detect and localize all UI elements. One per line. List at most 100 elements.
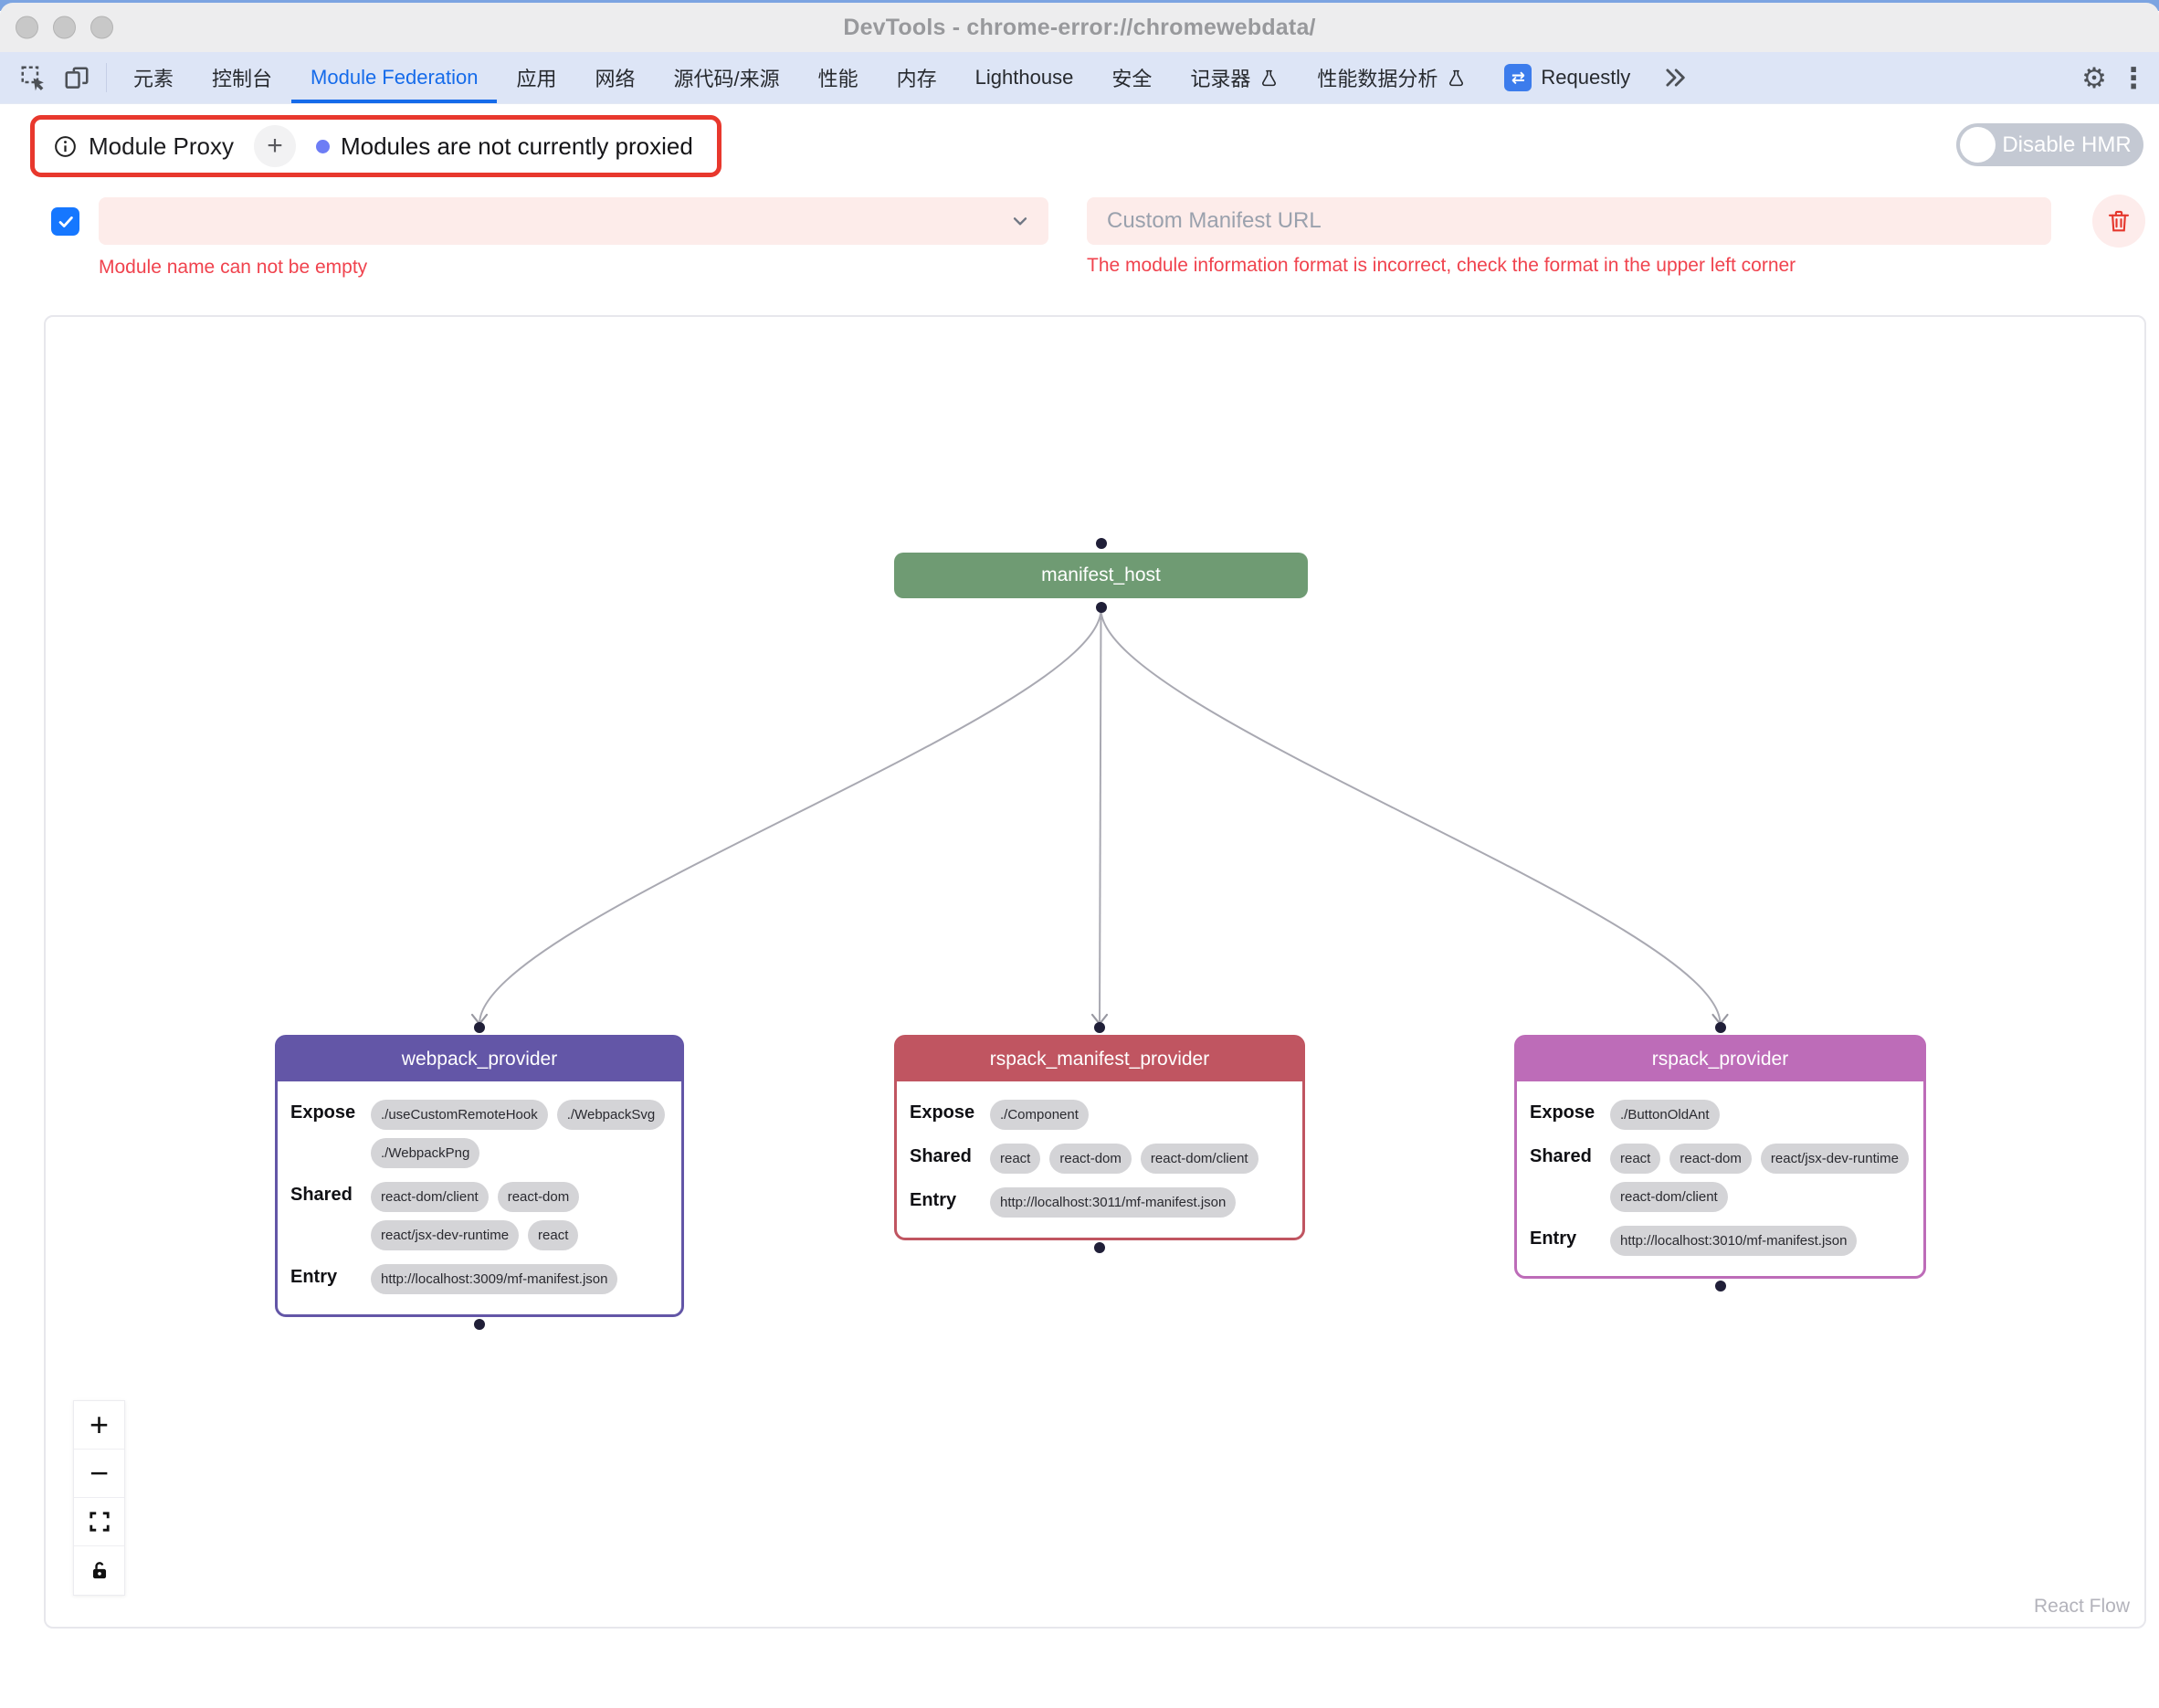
module-tag: react/jsx-dev-runtime — [1761, 1144, 1909, 1174]
node-handle-top[interactable] — [1094, 1022, 1105, 1033]
tab-application[interactable]: 应用 — [497, 52, 575, 103]
tab-label: 性能数据分析 — [1317, 63, 1438, 92]
more-tabs-button[interactable] — [1649, 52, 1701, 103]
tab-elements[interactable]: 元素 — [114, 52, 193, 103]
section-label-entry: Entry — [290, 1264, 371, 1294]
section-tags: http://localhost:3010/mf-manifest.json — [1610, 1226, 1911, 1256]
node-body: Expose./ButtonOldAntSharedreactreact-dom… — [1517, 1081, 1923, 1276]
section-tags: reactreact-domreact-dom/client — [990, 1144, 1290, 1174]
fit-view-button[interactable] — [74, 1498, 124, 1546]
module-tag: react-dom — [1049, 1144, 1132, 1174]
module-tag: react-dom — [498, 1182, 580, 1212]
tab-console[interactable]: 控制台 — [193, 52, 291, 103]
tab-requestly[interactable]: ⇄Requestly — [1485, 52, 1649, 103]
module-enabled-checkbox[interactable] — [51, 207, 79, 236]
node-handle-bottom[interactable] — [474, 1319, 485, 1330]
inspect-cursor-icon — [19, 64, 47, 91]
node-section-expose: Expose./ButtonOldAnt — [1530, 1100, 1911, 1130]
flow-edge-rspack_manifest_provider[interactable] — [1100, 609, 1101, 1024]
more-options-icon[interactable]: ⋮ — [2115, 52, 2152, 104]
flow-node-manifest-host[interactable]: manifest_host — [894, 553, 1308, 598]
tab-module-federation[interactable]: Module Federation — [291, 52, 497, 103]
tab-lighthouse[interactable]: Lighthouse — [956, 52, 1093, 103]
section-tags: http://localhost:3011/mf-manifest.json — [990, 1187, 1290, 1218]
section-label-expose: Expose — [1530, 1100, 1610, 1130]
section-label-shared: Shared — [290, 1182, 371, 1250]
node-section-expose: Expose./useCustomRemoteHook./WebpackSvg.… — [290, 1100, 669, 1168]
flow-node-webpack_provider[interactable]: webpack_provider Expose./useCustomRemote… — [275, 1035, 684, 1317]
edges-svg — [46, 317, 2144, 1627]
requestly-icon: ⇄ — [1504, 64, 1532, 91]
window-titlebar: DevTools - chrome-error://chromewebdata/ — [0, 3, 2159, 53]
tab-performance[interactable]: 性能 — [799, 52, 878, 103]
zoom-in-button[interactable]: + — [74, 1401, 124, 1450]
tab-label: Lighthouse — [975, 66, 1074, 90]
module-tag: http://localhost:3011/mf-manifest.json — [990, 1187, 1236, 1218]
module-name-error: Module name can not be empty — [99, 257, 367, 279]
tab-label: 元素 — [133, 63, 174, 92]
module-name-select[interactable] — [99, 197, 1048, 245]
node-section-entry: Entryhttp://localhost:3009/mf-manifest.j… — [290, 1264, 669, 1294]
node-section-entry: Entryhttp://localhost:3011/mf-manifest.j… — [910, 1187, 1290, 1218]
devtools-tabbar: 元素控制台Module Federation 应用 网络源代码/来源性能内存 Ligh… — [0, 52, 2159, 104]
info-icon[interactable] — [53, 134, 78, 159]
section-label-entry: Entry — [1530, 1226, 1610, 1256]
flow-edge-webpack_provider[interactable] — [479, 609, 1101, 1024]
module-tag: react-dom/client — [1610, 1182, 1728, 1212]
module-tag: react — [990, 1144, 1040, 1174]
zoom-out-button[interactable]: − — [74, 1450, 124, 1498]
react-flow-attribution[interactable]: React Flow — [2034, 1596, 2130, 1618]
proxy-status-text: Modules are not currently proxied — [341, 132, 693, 161]
device-toolbar-button[interactable] — [55, 52, 99, 103]
chevron-double-right-icon — [1662, 65, 1688, 90]
node-handle-top[interactable] — [1715, 1022, 1726, 1033]
tab-recorder[interactable]: 记录器 — [1171, 52, 1298, 103]
trash-icon — [2105, 207, 2133, 235]
device-toolbar-icon — [63, 64, 90, 91]
module-proxy-panel: Module Proxy + Modules are not currently… — [30, 115, 721, 177]
lock-interactivity-button[interactable] — [74, 1546, 124, 1595]
delete-module-button[interactable] — [2092, 195, 2145, 248]
flow-edge-rspack_provider[interactable] — [1101, 609, 1721, 1024]
tab-sources[interactable]: 源代码/来源 — [655, 52, 799, 103]
add-proxy-rule-button[interactable]: + — [254, 125, 296, 167]
node-handle-bottom[interactable] — [1094, 1242, 1105, 1253]
node-title: manifest_host — [1041, 564, 1161, 586]
module-tag: ./ButtonOldAnt — [1610, 1100, 1720, 1130]
section-label-shared: Shared — [910, 1144, 990, 1174]
section-tags: reactreact-domreact/jsx-dev-runtimereact… — [1610, 1144, 1911, 1212]
tab-memory[interactable]: 内存 — [878, 52, 956, 103]
module-tag: ./WebpackSvg — [557, 1100, 665, 1130]
module-tag: ./WebpackPng — [371, 1138, 479, 1168]
section-label-entry: Entry — [910, 1187, 990, 1218]
flow-node-rspack_provider[interactable]: rspack_provider Expose./ButtonOldAntShar… — [1514, 1035, 1926, 1279]
tab-label: 安全 — [1111, 63, 1152, 92]
node-section-expose: Expose./Component — [910, 1100, 1290, 1130]
tab-performance-insights[interactable]: 性能数据分析 — [1298, 52, 1485, 103]
flow-node-rspack_manifest_provider[interactable]: rspack_manifest_provider Expose./Compone… — [894, 1035, 1305, 1240]
module-tag: http://localhost:3009/mf-manifest.json — [371, 1264, 617, 1294]
node-handle-top[interactable] — [1096, 538, 1107, 549]
inspect-element-button[interactable] — [11, 52, 55, 103]
disable-hmr-toggle[interactable]: Disable HMR — [1956, 123, 2143, 166]
chevron-down-icon — [1008, 209, 1032, 233]
toolbar-divider — [106, 63, 107, 92]
tab-label: 网络 — [595, 63, 636, 92]
module-tag: http://localhost:3010/mf-manifest.json — [1610, 1226, 1857, 1256]
tab-security[interactable]: 安全 — [1092, 52, 1171, 103]
check-icon — [56, 212, 76, 232]
tab-network[interactable]: 网络 — [576, 52, 655, 103]
tabbar-right-group: ⚙ ⋮ — [2058, 52, 2152, 103]
proxy-status-dot — [316, 140, 330, 153]
tab-label: 应用 — [516, 63, 556, 92]
flow-canvas[interactable]: manifest_host webpack_provider Expose./u… — [44, 315, 2146, 1629]
node-handle-bottom[interactable] — [1096, 602, 1107, 613]
node-body: Expose./ComponentSharedreactreact-domrea… — [897, 1081, 1302, 1238]
custom-manifest-url-input[interactable] — [1087, 197, 2051, 245]
module-tag: react-dom — [1669, 1144, 1752, 1174]
node-handle-bottom[interactable] — [1715, 1281, 1726, 1292]
tab-label: 性能 — [818, 63, 858, 92]
settings-gear-icon[interactable]: ⚙ — [2073, 52, 2115, 104]
node-handle-top[interactable] — [474, 1022, 485, 1033]
section-tags: react-dom/clientreact-domreact/jsx-dev-r… — [371, 1182, 669, 1250]
